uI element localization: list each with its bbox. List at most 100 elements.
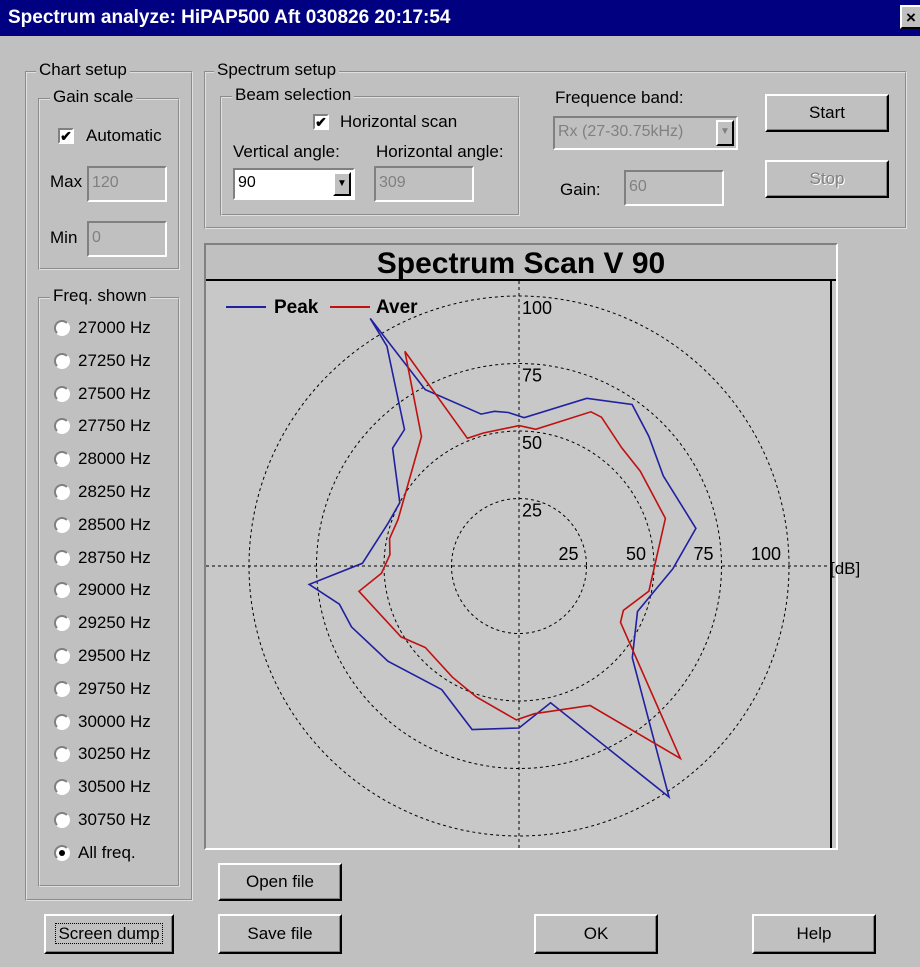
radio-button-icon[interactable] [54, 615, 70, 632]
open-file-button[interactable]: Open file [218, 863, 342, 901]
radio-button-icon[interactable] [54, 713, 70, 730]
freq-option-label: 29000 Hz [78, 580, 151, 600]
freq-option[interactable]: 29750 Hz [54, 675, 151, 703]
ring-label-vertical: 75 [522, 366, 542, 386]
radio-button-icon[interactable] [54, 352, 70, 369]
radio-button-icon[interactable] [54, 451, 70, 468]
automatic-label: Automatic [86, 126, 162, 145]
ring-label-vertical: 100 [522, 298, 552, 318]
beam-selection-label: Beam selection [232, 86, 355, 104]
freq-option-label: 30500 Hz [78, 777, 151, 797]
ring-label-horizontal: 25 [558, 544, 578, 564]
screen-dump-button[interactable]: Screen dump [44, 914, 174, 954]
chart-panel: Spectrum Scan V 90 25 25 50 50 75 75 100 100 Pe… [204, 243, 838, 850]
freq-shown-label: Freq. shown [50, 287, 150, 305]
ring-label-horizontal: 100 [751, 544, 781, 564]
radio-button-icon[interactable] [54, 680, 70, 697]
radio-button-icon[interactable] [54, 418, 70, 435]
freq-option[interactable]: 29250 Hz [54, 609, 151, 637]
freq-option[interactable]: 28250 Hz [54, 478, 151, 506]
chevron-down-icon[interactable]: ▼ [716, 120, 734, 146]
frequence-band-value: Rx (27-30.75kHz) [558, 123, 684, 140]
radio-button-icon[interactable] [54, 484, 70, 500]
freq-option-label: 29750 Hz [78, 678, 151, 698]
freq-option-label: 27250 Hz [78, 350, 151, 370]
gain-field[interactable]: 60 [624, 170, 724, 206]
start-button[interactable]: Start [765, 94, 889, 132]
freq-option[interactable]: 28750 Hz [54, 544, 151, 572]
radio-button-icon[interactable] [54, 582, 70, 599]
legend-aver-label: Aver [376, 297, 418, 318]
horizontal-scan-label: Horizontal scan [340, 112, 458, 131]
freq-option[interactable]: All freq. [54, 839, 136, 867]
horizontal-angle-field[interactable]: 309 [374, 166, 474, 202]
ok-button[interactable]: OK [534, 914, 658, 954]
freq-option-label: 28000 Hz [78, 449, 151, 469]
chart-setup-label: Chart setup [36, 61, 130, 79]
help-button[interactable]: Help [752, 914, 876, 954]
polar-chart: Spectrum Scan V 90 25 25 50 50 75 75 100 100 Pe… [206, 247, 836, 848]
freq-option-label: 29250 Hz [78, 613, 151, 633]
save-file-button[interactable]: Save file [218, 914, 342, 954]
freq-option[interactable]: 28500 Hz [54, 511, 151, 539]
vertical-angle-select[interactable]: 90 ▼ [233, 168, 355, 200]
min-label: Min [50, 228, 78, 247]
radio-button-icon[interactable] [54, 844, 70, 861]
vertical-angle-label: Vertical angle: [233, 142, 340, 161]
automatic-checkbox[interactable]: ✔ [58, 128, 74, 144]
freq-option[interactable]: 27250 Hz [54, 347, 151, 375]
freq-option-label: 28250 Hz [78, 482, 151, 501]
close-button[interactable]: × [900, 5, 920, 29]
db-unit-label: [dB] [830, 559, 861, 578]
freq-option-label: 28750 Hz [78, 547, 151, 567]
frequence-band-label: Frequence band: [555, 88, 684, 107]
vertical-angle-value: 90 [238, 174, 256, 191]
radio-button-icon[interactable] [54, 549, 70, 566]
freq-option-label: 28500 Hz [78, 514, 151, 534]
max-label: Max [50, 172, 83, 191]
radio-button-icon[interactable] [54, 812, 70, 828]
radio-button-icon[interactable] [54, 648, 70, 664]
freq-option-label: 30750 Hz [78, 810, 151, 829]
freq-option-label: All freq. [78, 842, 136, 862]
freq-option[interactable]: 27000 Hz [54, 314, 151, 342]
ring-label-horizontal: 50 [626, 544, 646, 564]
ring-label-vertical: 50 [522, 433, 542, 453]
min-field[interactable]: 0 [87, 221, 167, 257]
window-title: Spectrum analyze: HiPAP500 Aft 030826 20… [8, 7, 451, 28]
horizontal-angle-label: Horizontal angle: [376, 142, 504, 161]
freq-option-label: 27750 Hz [78, 416, 151, 436]
freq-option-label: 29500 Hz [78, 646, 151, 665]
freq-option-label: 27500 Hz [78, 383, 151, 403]
spectrum-setup-label: Spectrum setup [214, 61, 340, 79]
plot-area [206, 279, 836, 848]
freq-option[interactable]: 29000 Hz [54, 576, 151, 604]
freq-option[interactable]: 27750 Hz [54, 412, 151, 440]
freq-option[interactable]: 30500 Hz [54, 773, 151, 801]
screen-dump-label: Screen dump [55, 923, 163, 944]
freq-option[interactable]: 29500 Hz [54, 642, 151, 670]
freq-option-label: 27000 Hz [78, 318, 151, 337]
radio-button-icon[interactable] [54, 516, 70, 533]
freq-option[interactable]: 30000 Hz [54, 708, 151, 736]
freq-option[interactable]: 27500 Hz [54, 380, 151, 408]
radio-button-icon[interactable] [54, 385, 70, 402]
chart-title: Spectrum Scan V 90 [377, 247, 665, 280]
ring-label-vertical: 25 [522, 501, 542, 521]
frequence-band-select[interactable]: Rx (27-30.75kHz) ▼ [553, 116, 738, 150]
gain-scale-label: Gain scale [50, 88, 137, 106]
radio-button-icon[interactable] [54, 779, 70, 796]
freq-option[interactable]: 30750 Hz [54, 806, 151, 834]
horizontal-scan-checkbox[interactable]: ✔ [313, 114, 329, 130]
freq-option[interactable]: 30250 Hz [54, 740, 151, 768]
chevron-down-icon[interactable]: ▼ [333, 172, 351, 196]
legend-peak-label: Peak [274, 297, 319, 318]
radio-button-icon[interactable] [54, 320, 70, 336]
ring-label-horizontal: 75 [693, 544, 713, 564]
stop-button[interactable]: Stop [765, 160, 889, 198]
max-field[interactable]: 120 [87, 166, 167, 202]
title-bar: Spectrum analyze: HiPAP500 Aft 030826 20… [0, 0, 920, 36]
radio-button-icon[interactable] [54, 746, 70, 763]
freq-option-label: 30000 Hz [78, 711, 151, 731]
freq-option[interactable]: 28000 Hz [54, 445, 151, 473]
